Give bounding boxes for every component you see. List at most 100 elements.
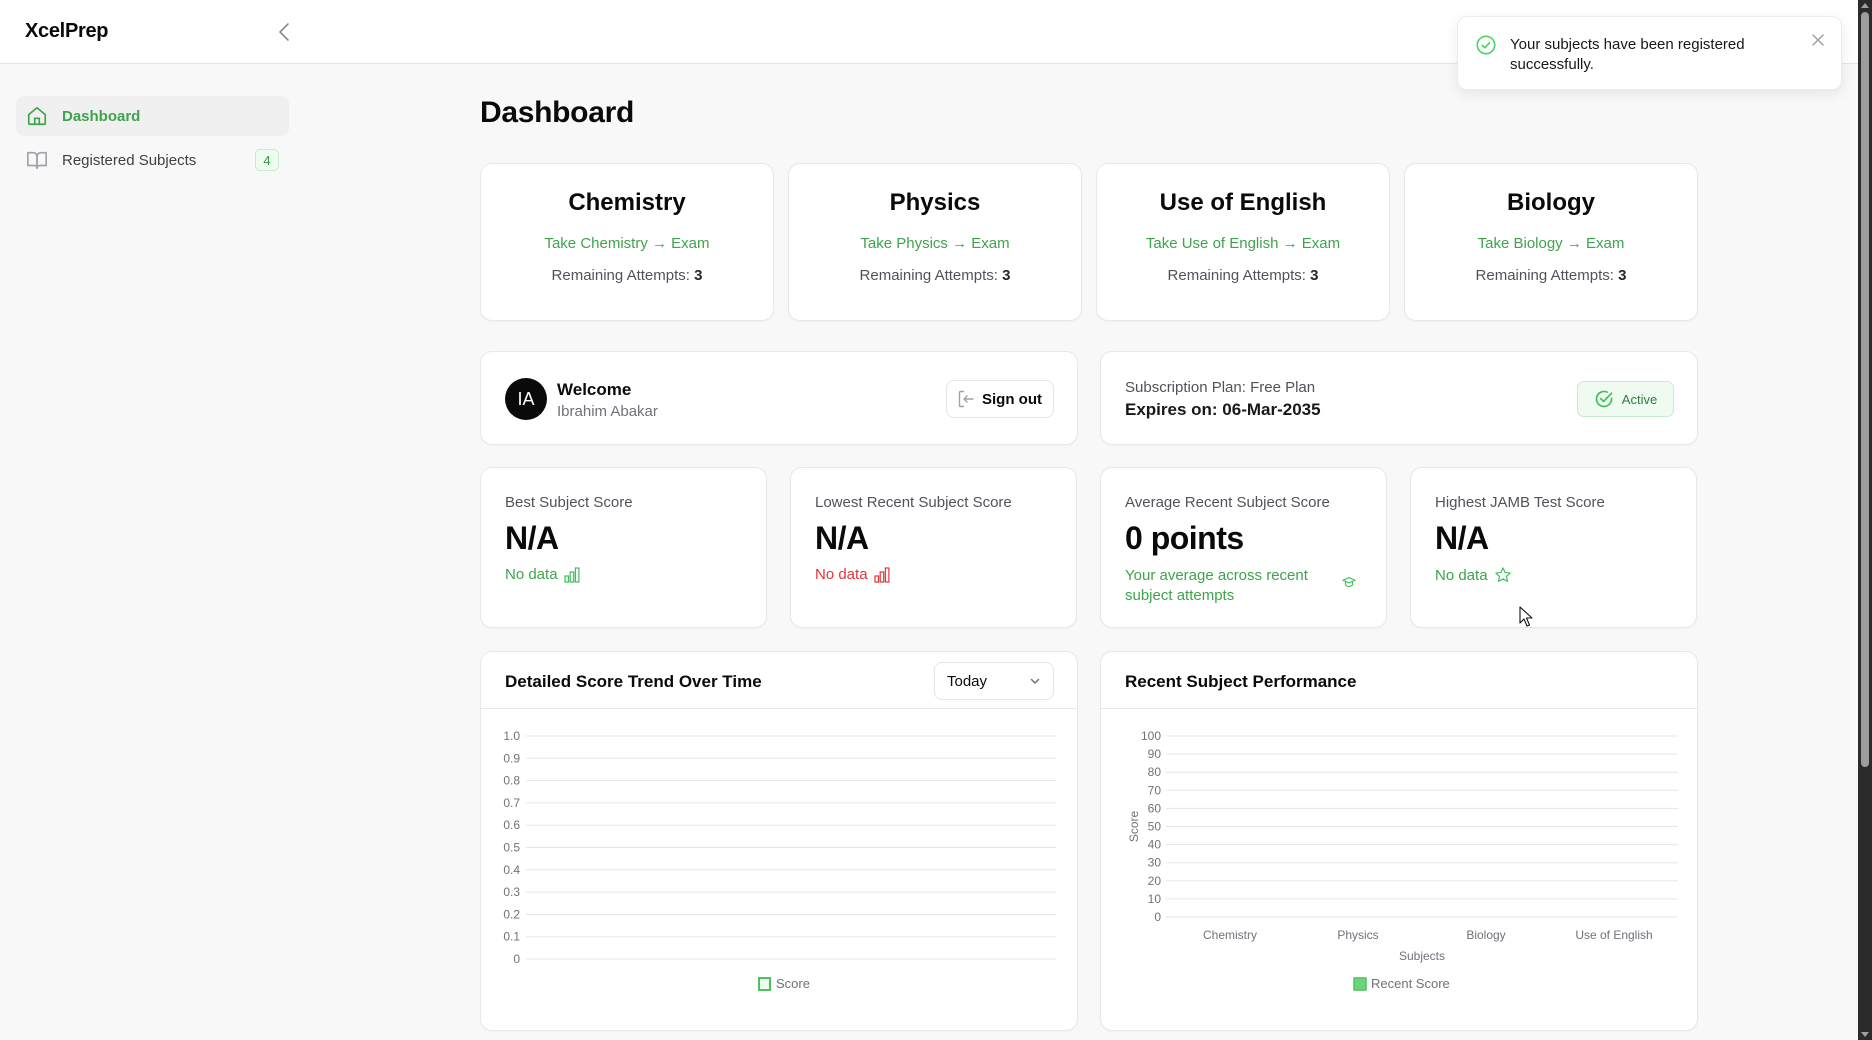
y-tick-label: 0.7 [503,796,520,810]
chart-header: Detailed Score Trend Over Time Today [481,652,1077,709]
y-tick-label: 0 [513,952,520,966]
stat-label: Best Subject Score [505,494,633,511]
scroll-up-arrow-icon[interactable] [1861,3,1869,8]
remaining-attempts: Remaining Attempts: 3 [789,267,1081,284]
check-circle-icon [1595,390,1613,408]
stat-sub: No data [815,566,890,583]
log-out-icon [958,390,974,408]
stat-label: Lowest Recent Subject Score [815,494,1012,511]
chart-title: Recent Subject Performance [1125,672,1357,691]
subject-card-use-of-english: Use of English Take Use of English → Exa… [1096,163,1390,321]
chevron-down-icon [1030,678,1040,684]
sign-out-button[interactable]: Sign out [946,380,1054,418]
y-tick-label: 100 [1141,729,1161,743]
registered-count-badge: 4 [255,149,279,171]
attempts-value: 3 [1002,267,1011,284]
attempts-value: 3 [1618,267,1627,284]
chevron-left-icon [279,23,289,41]
subject-performance-chart: 0 10 20 30 40 50 60 70 80 90 100 Chemistry Physics Bi… [1127,729,1678,991]
stat-label: Highest JAMB Test Score [1435,494,1605,511]
sidebar: Dashboard Registered Subjects 4 [0,65,300,1040]
legend-label: Recent Score [1371,976,1450,991]
subject-card-biology: Biology Take Biology → Exam Remaining At… [1404,163,1698,321]
scroll-down-arrow-icon[interactable] [1861,1032,1869,1037]
y-tick-label: 80 [1148,765,1162,779]
y-tick-label: 0.2 [503,907,520,921]
stat-label: Average Recent Subject Score [1125,494,1330,511]
take-exam-link[interactable]: Take Use of English → Exam [1146,235,1340,252]
check-circle-icon [1476,35,1496,55]
subject-card-chemistry: Chemistry Take Chemistry → Exam Remainin… [480,163,774,321]
y-tick-label: 50 [1148,820,1162,834]
stat-value: 0 points [1125,520,1244,556]
book-open-icon [26,149,48,171]
close-icon[interactable] [1811,33,1825,47]
score-trend-chart: 0 0.1 0.2 0.3 0.4 0.5 0.6 0.7 0.8 0.9 1.0 Score [503,729,1056,991]
y-tick-label: 60 [1148,801,1162,815]
stat-sub-text: No data [505,566,558,583]
take-exam-link[interactable]: Take Physics → Exam [860,235,1009,252]
welcome-title: Welcome [557,380,632,399]
status-label: Active [1621,391,1658,407]
y-tick-label: 0.8 [503,774,520,788]
time-range-select[interactable]: Today [934,662,1054,700]
take-exam-link[interactable]: Take Biology → Exam [1478,235,1625,252]
collapse-sidebar-button[interactable] [272,18,296,46]
y-tick-label: 90 [1148,747,1162,761]
avatar: IA [505,378,547,420]
sidebar-item-dashboard[interactable]: Dashboard [16,96,289,136]
attempts-label: Remaining Attempts: [551,267,690,284]
subject-name: Use of English [1159,189,1327,216]
subject-performance-card: Recent Subject Performance 0 10 20 30 40 50 60… [1100,651,1698,1031]
take-exam-link[interactable]: Take Chemistry → Exam [544,235,709,252]
scrollbar-thumb[interactable] [1861,12,1869,767]
remaining-attempts: Remaining Attempts: 3 [481,267,773,284]
attempts-label: Remaining Attempts: [859,267,998,284]
legend-swatch [1353,977,1367,991]
stat-card-best-subject-score: Best Subject Score N/A No data [480,467,767,628]
subject-name: Chemistry [568,189,686,216]
y-tick-label: 0.3 [503,885,520,899]
home-icon [26,105,48,127]
y-tick-label: 0.1 [503,930,520,944]
stat-description: Your average across recent subject attem… [1125,567,1308,604]
sidebar-item-label: Dashboard [62,107,141,125]
y-tick-label: 0 [1154,910,1161,924]
y-tick-label: 70 [1148,783,1162,797]
welcome-card: IA Welcome Ibrahim Abakar Sign out [480,351,1078,445]
toast-message: Your subjects have been registered succe… [1510,36,1745,73]
stat-sub-text: No data [815,566,868,583]
vertical-scrollbar[interactable] [1858,0,1872,1040]
stat-value: N/A [815,520,869,556]
stat-card-average-recent-score: Average Recent Subject Score 0 points Yo… [1100,467,1387,628]
bar-chart-icon [563,566,580,583]
y-tick-label: 0.9 [503,751,520,765]
subject-name: Physics [889,189,981,216]
subscription-status-badge: Active [1577,381,1674,417]
y-tick-label: 0.6 [503,818,520,832]
y-axis-label: Score [1127,811,1141,843]
subscription-expiry: Expires on: 06-Mar-2035 [1125,400,1321,419]
remaining-attempts: Remaining Attempts: 3 [1097,267,1389,284]
user-name: Ibrahim Abakar [557,403,658,420]
stat-value: N/A [505,520,559,556]
x-axis-label: Subjects [1399,949,1445,963]
legend-label: Score [776,976,810,991]
sidebar-item-label: Registered Subjects [62,151,197,169]
x-tick-label: Use of English [1575,928,1652,942]
bar-chart-icon [873,566,890,583]
score-trend-card: Detailed Score Trend Over Time Today 0 0.… [480,651,1078,1031]
y-tick-label: 1.0 [503,729,520,743]
chart-header: Recent Subject Performance [1101,652,1697,709]
stat-card-highest-jamb-score: Highest JAMB Test Score N/A No data [1410,467,1697,628]
sidebar-item-registered-subjects[interactable]: Registered Subjects 4 [16,140,289,180]
subject-name: Biology [1507,189,1595,216]
attempts-value: 3 [1310,267,1319,284]
app-logo: XcelPrep [25,20,109,42]
attempts-value: 3 [694,267,703,284]
sign-out-label: Sign out [982,390,1042,408]
page-title: Dashboard [480,96,634,129]
y-tick-label: 30 [1148,856,1162,870]
subject-card-physics: Physics Take Physics → Exam Remaining At… [788,163,1082,321]
remaining-attempts: Remaining Attempts: 3 [1405,267,1697,284]
